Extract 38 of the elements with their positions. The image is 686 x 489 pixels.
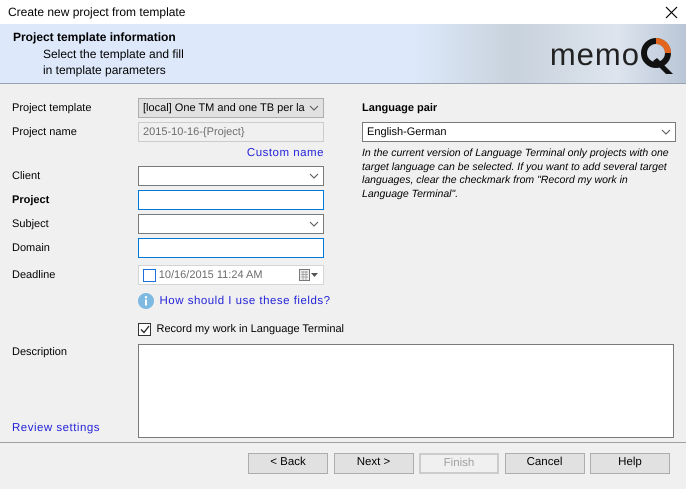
field-label: Domain bbox=[12, 242, 50, 254]
section-label: Language pair bbox=[362, 101, 438, 116]
dropdown[interactable] bbox=[138, 166, 324, 186]
chevron-down-icon bbox=[661, 129, 671, 135]
dialog-button[interactable]: Help bbox=[590, 452, 670, 474]
field-label: Project template bbox=[12, 102, 92, 114]
close-icon[interactable] bbox=[665, 6, 678, 18]
dialog-button[interactable]: Cancel bbox=[504, 452, 584, 474]
chevron-down-icon bbox=[309, 105, 319, 111]
field-label: Subject bbox=[12, 218, 49, 230]
window-title: Create new project from template bbox=[8, 4, 186, 21]
dialog-button[interactable]: Next > bbox=[334, 452, 414, 474]
calendar-icon[interactable] bbox=[299, 269, 319, 281]
field-label: Client bbox=[12, 170, 40, 182]
field-label: Project bbox=[12, 194, 50, 206]
field-label: Deadline bbox=[12, 268, 56, 281]
chevron-down-icon bbox=[309, 221, 319, 227]
field-label: Project name bbox=[12, 126, 77, 138]
logo-text: memo bbox=[550, 36, 640, 74]
header-title: Project template information bbox=[13, 29, 177, 46]
dropdown[interactable] bbox=[138, 214, 324, 234]
checkbox[interactable] bbox=[143, 268, 156, 282]
dropdown[interactable]: English-German bbox=[362, 122, 676, 142]
review-settings-link[interactable]: Review settings bbox=[12, 420, 100, 438]
input-field[interactable] bbox=[138, 238, 324, 258]
dialog-button[interactable]: < Back bbox=[248, 452, 328, 474]
logo-q-icon bbox=[640, 36, 674, 76]
checkbox-label: Record my work in Language Terminal bbox=[156, 322, 344, 337]
field-label: Description bbox=[12, 344, 68, 360]
chevron-down-icon bbox=[309, 173, 319, 179]
custom-name-link[interactable]: Custom name bbox=[246, 145, 324, 163]
help-link[interactable]: How should I use these fields? bbox=[160, 292, 330, 310]
input-field[interactable] bbox=[138, 190, 324, 210]
note-text: In the current version of Language Terminal only projects with one target language can be selected. If you want to add several target languages, clear the checkmark from "Record my work in Language Terminal". bbox=[362, 147, 670, 201]
checkbox[interactable] bbox=[138, 322, 151, 336]
info-icon bbox=[138, 293, 154, 310]
header-subtitle: Select the template and fill in template parameters bbox=[42, 46, 184, 78]
date-picker[interactable]: 10/16/2015 11:24 AM bbox=[138, 265, 324, 285]
